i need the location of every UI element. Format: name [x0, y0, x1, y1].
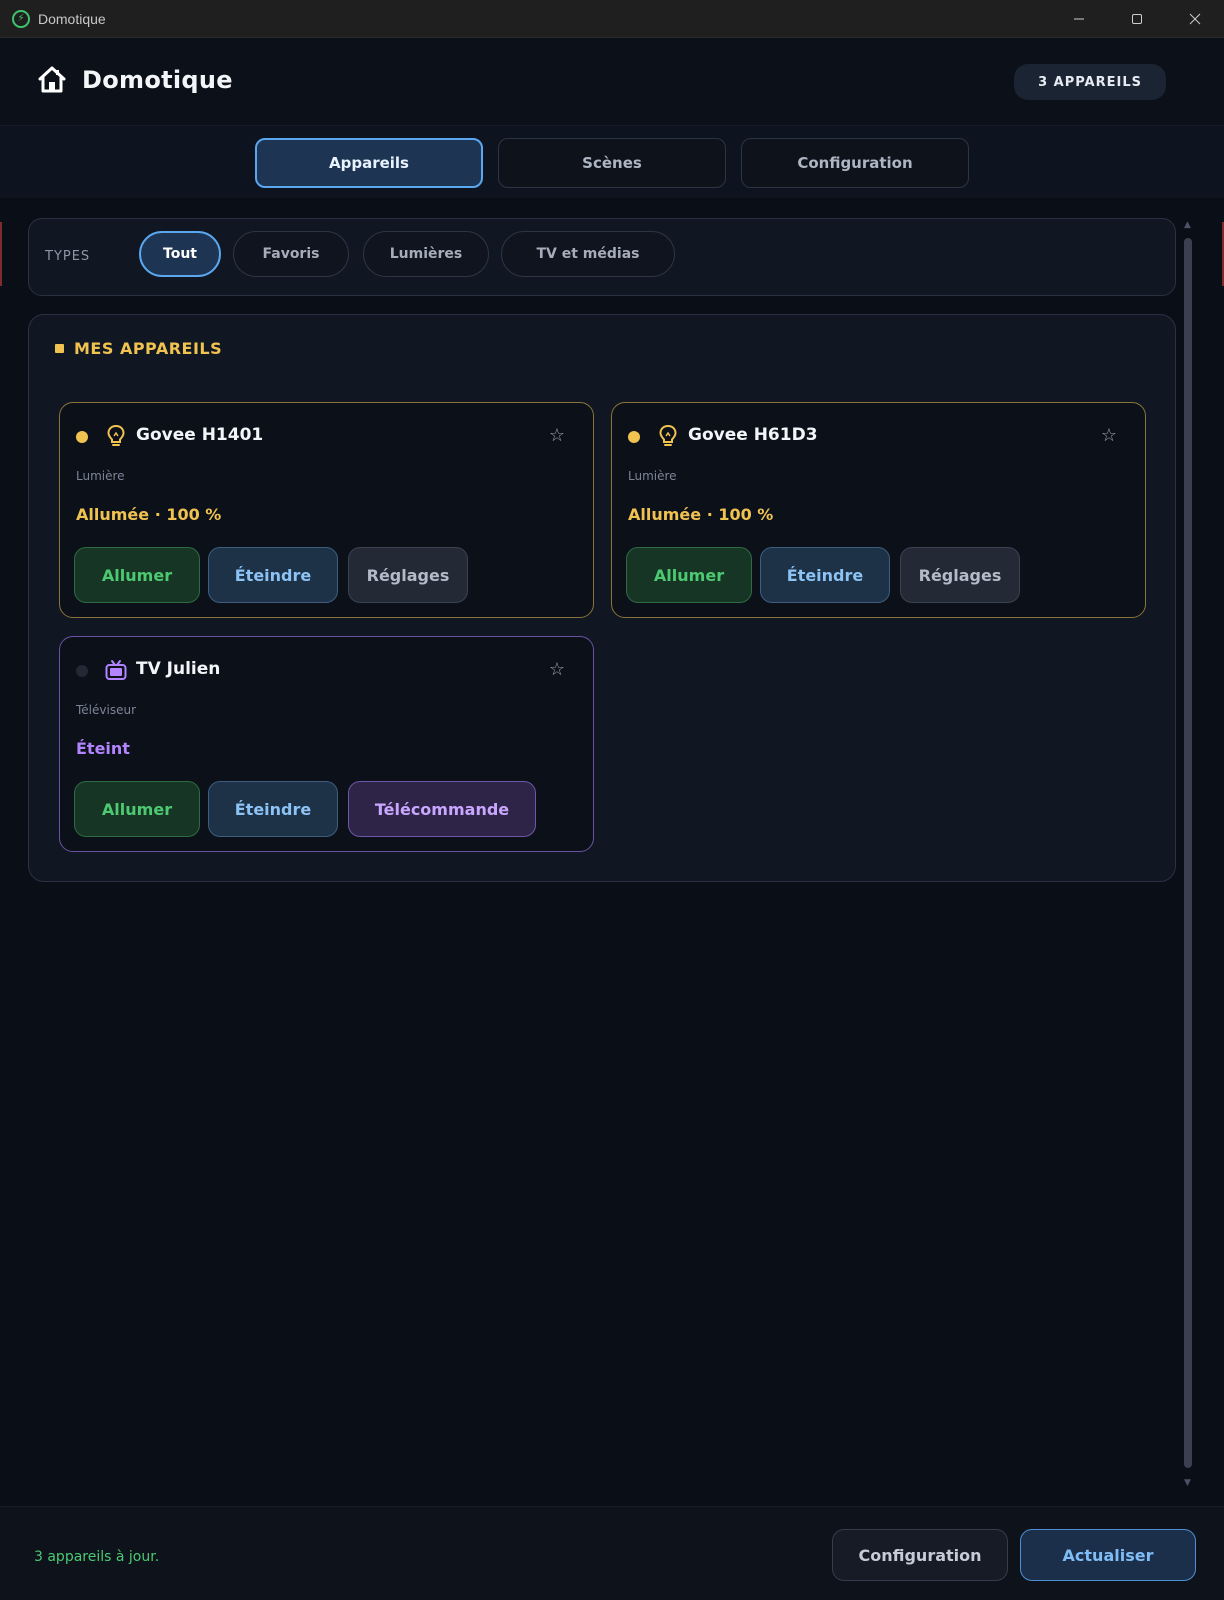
section-title-text: MES APPAREILS	[74, 339, 223, 358]
device-status: Allumée · 100 %	[628, 505, 774, 524]
device-type: Téléviseur	[76, 703, 136, 717]
type-filter-panel: TYPES Tout Favoris Lumières TV et médias	[28, 218, 1176, 296]
turn-on-button[interactable]: Allumer	[74, 781, 200, 837]
device-name: Govee H61D3	[688, 425, 818, 445]
window-controls	[1050, 0, 1224, 38]
lightbulb-icon	[659, 424, 677, 446]
remote-control-button[interactable]: Télécommande	[348, 781, 536, 837]
scrollbar-thumb[interactable]	[1184, 238, 1192, 1468]
filter-chip-tout[interactable]: Tout	[139, 231, 221, 277]
settings-button[interactable]: Réglages	[900, 547, 1020, 603]
turn-on-button[interactable]: Allumer	[626, 547, 752, 603]
device-name: TV Julien	[136, 659, 221, 679]
tv-icon	[105, 660, 127, 680]
maximize-button[interactable]	[1108, 0, 1166, 38]
turn-off-button[interactable]: Éteindre	[208, 781, 338, 837]
scroll-up-icon[interactable]: ▲	[1184, 220, 1191, 230]
edge-marker-left	[0, 222, 2, 286]
device-card-govee-h1401: Govee H1401 ☆ Lumière Allumée · 100 % Al…	[59, 402, 594, 618]
filter-chip-favoris[interactable]: Favoris	[233, 231, 349, 277]
status-indicator-on	[628, 431, 640, 443]
brand: Domotique	[36, 64, 233, 96]
window-title-bar: ⚡ Domotique	[0, 0, 1224, 38]
turn-off-button[interactable]: Éteindre	[208, 547, 338, 603]
close-button[interactable]	[1166, 0, 1224, 38]
tab-configuration[interactable]: Configuration	[741, 138, 969, 188]
refresh-button[interactable]: Actualiser	[1020, 1529, 1196, 1581]
minimize-button[interactable]	[1050, 0, 1108, 38]
status-indicator-on	[76, 431, 88, 443]
status-message: 3 appareils à jour.	[34, 1549, 160, 1565]
star-icon[interactable]: ☆	[549, 659, 565, 680]
device-card-govee-h61d3: Govee H61D3 ☆ Lumière Allumée · 100 % Al…	[611, 402, 1146, 618]
filter-chip-lumieres[interactable]: Lumières	[363, 231, 489, 277]
device-type: Lumière	[628, 469, 677, 483]
device-status: Éteint	[76, 739, 130, 758]
app-header: Domotique 3 APPAREILS	[0, 38, 1224, 126]
scroll-down-icon[interactable]: ▼	[1184, 1478, 1191, 1488]
filter-label: TYPES	[45, 249, 91, 264]
lightning-icon: ⚡	[12, 9, 30, 28]
close-icon	[1189, 13, 1201, 25]
device-name: Govee H1401	[136, 425, 264, 445]
status-indicator-off	[76, 665, 88, 677]
device-status: Allumée · 100 %	[76, 505, 222, 524]
turn-on-button[interactable]: Allumer	[74, 547, 200, 603]
tab-bar: Appareils Scènes Configuration	[0, 126, 1224, 198]
section-marker-icon	[55, 344, 64, 353]
footer-bar: 3 appareils à jour. Configuration Actual…	[0, 1506, 1224, 1600]
star-icon[interactable]: ☆	[549, 425, 565, 446]
star-icon[interactable]: ☆	[1101, 425, 1117, 446]
device-count-badge: 3 APPAREILS	[1014, 64, 1166, 100]
tab-scenes[interactable]: Scènes	[498, 138, 726, 188]
configuration-button[interactable]: Configuration	[832, 1529, 1008, 1581]
maximize-icon	[1132, 14, 1142, 24]
section-title: MES APPAREILS	[55, 339, 222, 358]
turn-off-button[interactable]: Éteindre	[760, 547, 890, 603]
device-card-tv-julien: TV Julien ☆ Téléviseur Éteint Allumer Ét…	[59, 636, 594, 852]
house-icon	[38, 66, 66, 93]
app-title: Domotique	[82, 66, 233, 94]
tab-appareils[interactable]: Appareils	[255, 138, 483, 188]
settings-button[interactable]: Réglages	[348, 547, 468, 603]
lightbulb-icon	[107, 424, 125, 446]
device-type: Lumière	[76, 469, 125, 483]
window-title: Domotique	[38, 10, 106, 27]
vertical-scrollbar[interactable]: ▲ ▼	[1182, 220, 1194, 1488]
devices-panel: MES APPAREILS Govee H1401 ☆ Lumière Allu…	[28, 314, 1176, 882]
minimize-icon	[1074, 18, 1084, 20]
filter-chip-tv-medias[interactable]: TV et médias	[501, 231, 675, 277]
